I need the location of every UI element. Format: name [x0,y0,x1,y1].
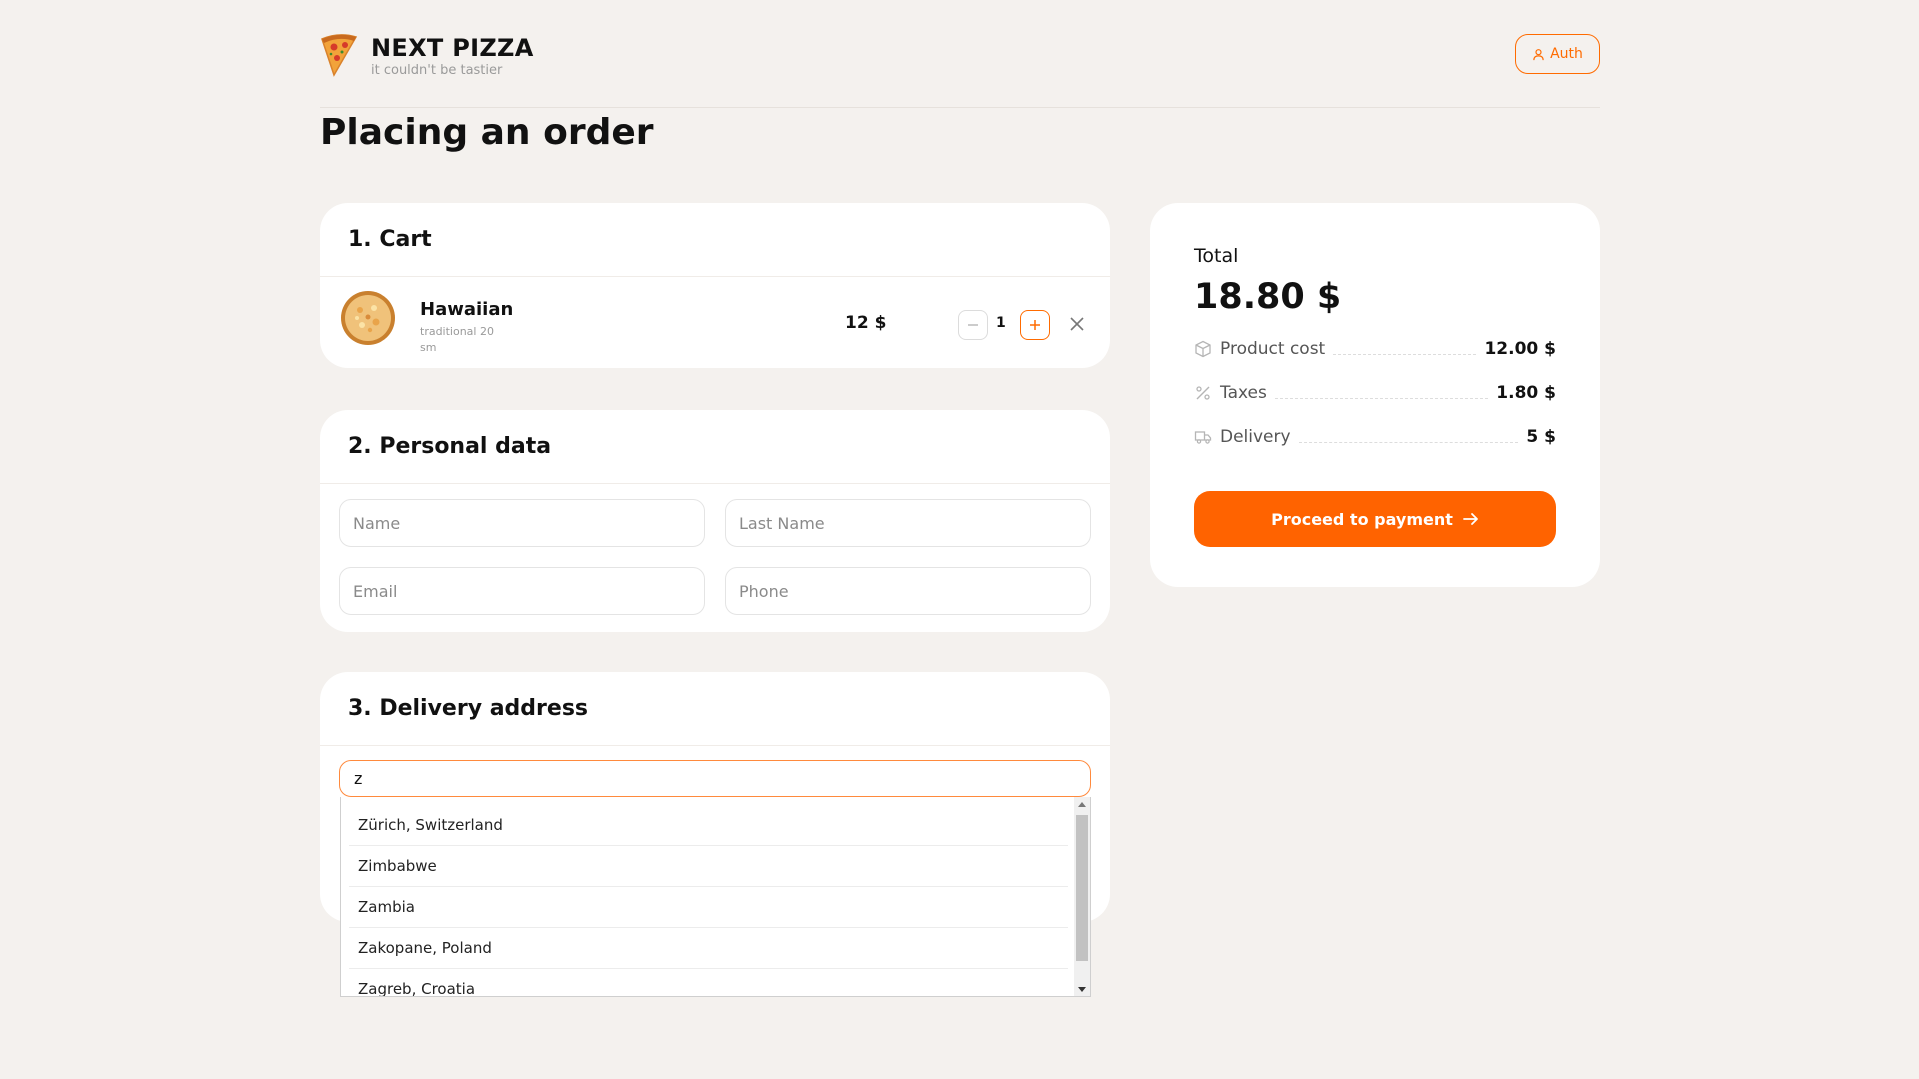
taxes-label: Taxes [1220,383,1267,403]
address-input[interactable] [339,760,1091,797]
suggestion-item[interactable]: Zambia [349,887,1068,928]
suggestion-item[interactable]: Zagreb, Croatia [349,969,1068,996]
product-cost-label: Product cost [1220,339,1326,359]
address-suggestions-dropdown: Zürich, Switzerland Zimbabwe Zambia Zako… [340,797,1091,997]
cart-title: 1. Cart [320,203,1110,277]
auth-label: Auth [1550,46,1583,62]
dotted-divider [1298,441,1519,443]
email-field[interactable] [339,567,705,615]
total-value: 18.80 $ [1194,277,1342,317]
brand[interactable]: NEXT PIZZA it couldn't be tastier [371,34,534,78]
phone-field[interactable] [725,567,1091,615]
name-field[interactable] [339,499,705,547]
scroll-down-arrow-icon[interactable] [1074,983,1090,996]
increase-quantity-button[interactable] [1020,310,1050,340]
delivery-row: Delivery 5 $ [1194,424,1556,450]
suggestion-item[interactable]: Zimbabwe [349,846,1068,887]
pay-button-label: Proceed to payment [1271,509,1453,529]
arrow-right-icon [1462,513,1478,525]
brand-name: NEXT PIZZA [371,34,534,62]
pizza-image [341,291,395,345]
brand-tagline: it couldn't be tastier [371,63,503,78]
minus-icon [968,324,978,326]
truck-icon [1194,431,1212,444]
dotted-divider [1333,353,1477,355]
cart-item: Hawaiian traditional 20 sm 12 $ 1 [320,277,1110,367]
page-title: Placing an order [320,112,654,153]
auth-button[interactable]: Auth [1515,34,1600,74]
product-cost-row: Product cost 12.00 $ [1194,336,1556,362]
personal-data-card: 2. Personal data [320,410,1110,632]
plus-icon [1030,320,1040,330]
total-label: Total [1194,245,1239,267]
user-icon [1533,48,1544,60]
dotted-divider [1274,397,1489,399]
pizza-slice-icon[interactable] [320,33,358,77]
item-name: Hawaiian [420,299,514,320]
cart-card: 1. Cart Hawaiian traditional 20 sm 12 $ … [320,203,1110,368]
item-description: traditional 20 sm [420,325,494,354]
scrollbar-thumb[interactable] [1076,815,1088,961]
delivery-value: 5 $ [1526,427,1556,447]
taxes-row: Taxes 1.80 $ [1194,380,1556,406]
percent-icon [1196,386,1210,400]
decrease-quantity-button[interactable] [958,310,988,340]
site-header: NEXT PIZZA it couldn't be tastier Auth [320,30,1600,108]
item-price: 12 $ [845,313,887,333]
order-summary-card: Total 18.80 $ Product cost 12.00 $ Taxes… [1150,203,1600,587]
item-quantity: 1 [996,315,1006,331]
suggestion-item[interactable]: Zakopane, Poland [349,928,1068,969]
product-cost-value: 12.00 $ [1484,339,1556,359]
package-icon [1195,340,1211,358]
close-icon[interactable] [1068,315,1086,333]
delivery-address-title: 3. Delivery address [320,672,1110,746]
taxes-value: 1.80 $ [1496,383,1556,403]
scroll-up-arrow-icon[interactable] [1074,797,1090,811]
personal-data-title: 2. Personal data [320,410,1110,484]
delivery-label: Delivery [1220,427,1291,447]
dropdown-scrollbar[interactable] [1074,797,1090,996]
proceed-to-payment-button[interactable]: Proceed to payment [1194,491,1556,547]
suggestion-item[interactable]: Zürich, Switzerland [349,805,1068,846]
last-name-field[interactable] [725,499,1091,547]
